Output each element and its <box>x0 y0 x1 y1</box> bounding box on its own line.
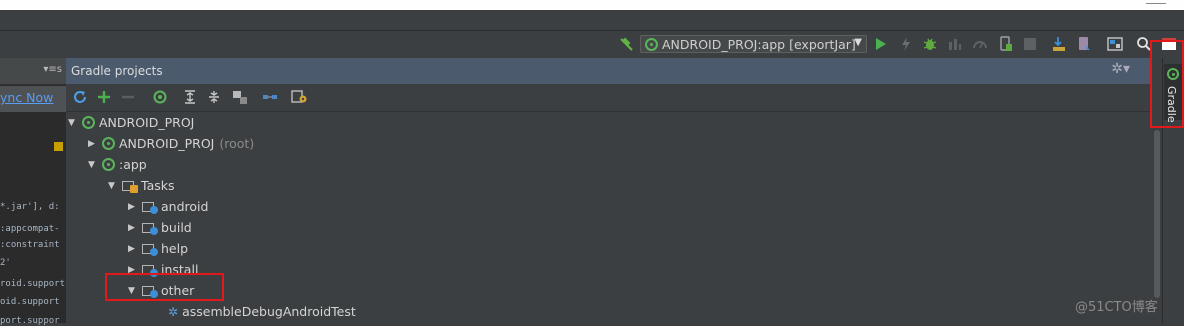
collapse-all-icon[interactable] <box>204 88 224 106</box>
gradle-panel-header: Gradle projects ✲▾ <box>66 58 1150 85</box>
tree-node-task-group[interactable]: ▶ android <box>128 196 208 217</box>
sync-gradle-icon[interactable] <box>1048 34 1070 54</box>
run-configuration-label: ANDROID_PROJ:app [exportJar] <box>662 36 856 52</box>
remove-icon[interactable] <box>118 88 138 106</box>
gradle-task-tree: ▼ ANDROID_PROJ ▶ ANDROID_PROJ (root) ▼ :… <box>66 112 1150 323</box>
gradle-icon <box>102 158 115 171</box>
expand-arrow-icon[interactable]: ▶ <box>88 139 102 149</box>
tree-node-suffix: (root) <box>219 136 255 151</box>
tree-node-label: ANDROID_PROJ <box>119 136 215 151</box>
sync-banner: ync Now <box>0 86 66 112</box>
attach-debugger-icon[interactable] <box>996 34 1016 54</box>
tree-node-label: assembleDebugAndroidTest <box>182 304 356 319</box>
tree-node-project[interactable]: ▼ ANDROID_PROJ <box>68 112 194 133</box>
code-line: 2' <box>0 258 11 268</box>
project-structure-icon[interactable] <box>1104 34 1126 54</box>
code-line: roid.support <box>0 279 66 289</box>
avd-manager-icon[interactable] <box>1074 34 1094 54</box>
tree-node-tasks[interactable]: ▼ Tasks <box>108 175 175 196</box>
gradle-icon <box>82 116 95 129</box>
watermark: @51CTO博客 <box>1075 300 1158 315</box>
menu-bar <box>0 0 1184 10</box>
gear-icon[interactable]: ✲▾ <box>1111 61 1130 77</box>
group-tasks-icon[interactable] <box>230 88 250 106</box>
coverage-icon[interactable] <box>945 34 965 54</box>
tasks-folder-icon <box>122 180 138 193</box>
stop-icon[interactable] <box>1020 34 1040 54</box>
code-line: :constraint <box>0 240 60 250</box>
warning-marker <box>54 142 63 151</box>
tree-node-app-module[interactable]: ▼ :app <box>88 154 147 175</box>
window-control[interactable] <box>1146 0 1166 4</box>
tree-node-label: ANDROID_PROJ <box>99 115 195 130</box>
tree-node-root-project[interactable]: ▶ ANDROID_PROJ (root) <box>88 133 254 154</box>
highlight-box-other <box>105 273 224 301</box>
code-line: port.suppor <box>0 316 60 326</box>
refresh-icon[interactable] <box>70 88 90 106</box>
execute-gradle-task-icon[interactable] <box>150 88 170 106</box>
code-line: *.jar'], d: <box>0 202 60 212</box>
tree-node-label: :app <box>119 157 147 172</box>
tree-node-task[interactable]: ✲ assembleDebugAndroidTest <box>168 301 356 322</box>
expand-arrow-icon[interactable]: ▼ <box>108 181 122 191</box>
gradle-settings-icon[interactable] <box>290 88 310 106</box>
expand-arrow-icon[interactable]: ▶ <box>128 244 142 254</box>
profile-icon[interactable] <box>970 34 990 54</box>
expand-arrow-icon[interactable]: ▼ <box>88 160 102 170</box>
tree-node-label: android <box>161 199 209 214</box>
run-play-icon[interactable] <box>872 34 890 54</box>
run-configuration-select[interactable]: ANDROID_PROJ:app [exportJar] ▼ <box>640 35 867 53</box>
task-group-folder-icon <box>142 201 158 214</box>
expand-all-icon[interactable] <box>180 88 200 106</box>
expand-arrow-icon[interactable]: ▼ <box>68 118 82 128</box>
task-group-folder-icon <box>142 222 158 235</box>
toolbar-divider <box>0 30 1184 31</box>
add-icon[interactable] <box>94 88 114 106</box>
editor-tab-header: ▾≡s <box>0 58 66 85</box>
apply-changes-icon[interactable] <box>897 34 915 54</box>
sync-now-link[interactable]: ync Now <box>0 90 53 105</box>
tree-node-label: Tasks <box>141 178 175 193</box>
gradle-panel-toolbar <box>66 84 1150 112</box>
make-project-hammer-icon[interactable] <box>616 34 636 54</box>
task-group-folder-icon <box>142 243 158 256</box>
chevron-down-icon: ▼ <box>854 37 862 48</box>
expand-arrow-icon[interactable]: ▶ <box>128 223 142 233</box>
tree-node-label: help <box>161 241 189 256</box>
code-line: oid.support <box>0 297 60 307</box>
editor-options-icon[interactable]: ▾≡s <box>43 64 62 75</box>
gear-icon: ✲ <box>168 304 179 319</box>
tree-node-task-group[interactable]: ▶ build <box>128 217 192 238</box>
panel-title: Gradle projects <box>71 64 163 78</box>
main-toolbar: ANDROID_PROJ:app [exportJar] ▼ <box>0 10 1184 58</box>
highlight-box-gradle-tab <box>1150 40 1184 128</box>
expand-arrow-icon[interactable]: ▶ <box>128 202 142 212</box>
link-gradle-project-icon[interactable] <box>260 88 280 106</box>
tree-node-task-group[interactable]: ▶ help <box>128 238 188 259</box>
tree-node-label: build <box>161 220 192 235</box>
debug-bug-icon[interactable] <box>920 34 940 54</box>
gradle-icon <box>102 137 115 150</box>
editor-panel: ▾≡s ync Now *.jar'], d: :appcompat- :con… <box>0 58 66 326</box>
scrollbar-thumb[interactable] <box>1154 130 1160 298</box>
gradle-icon <box>645 37 658 51</box>
code-line: :appcompat- <box>0 224 60 234</box>
